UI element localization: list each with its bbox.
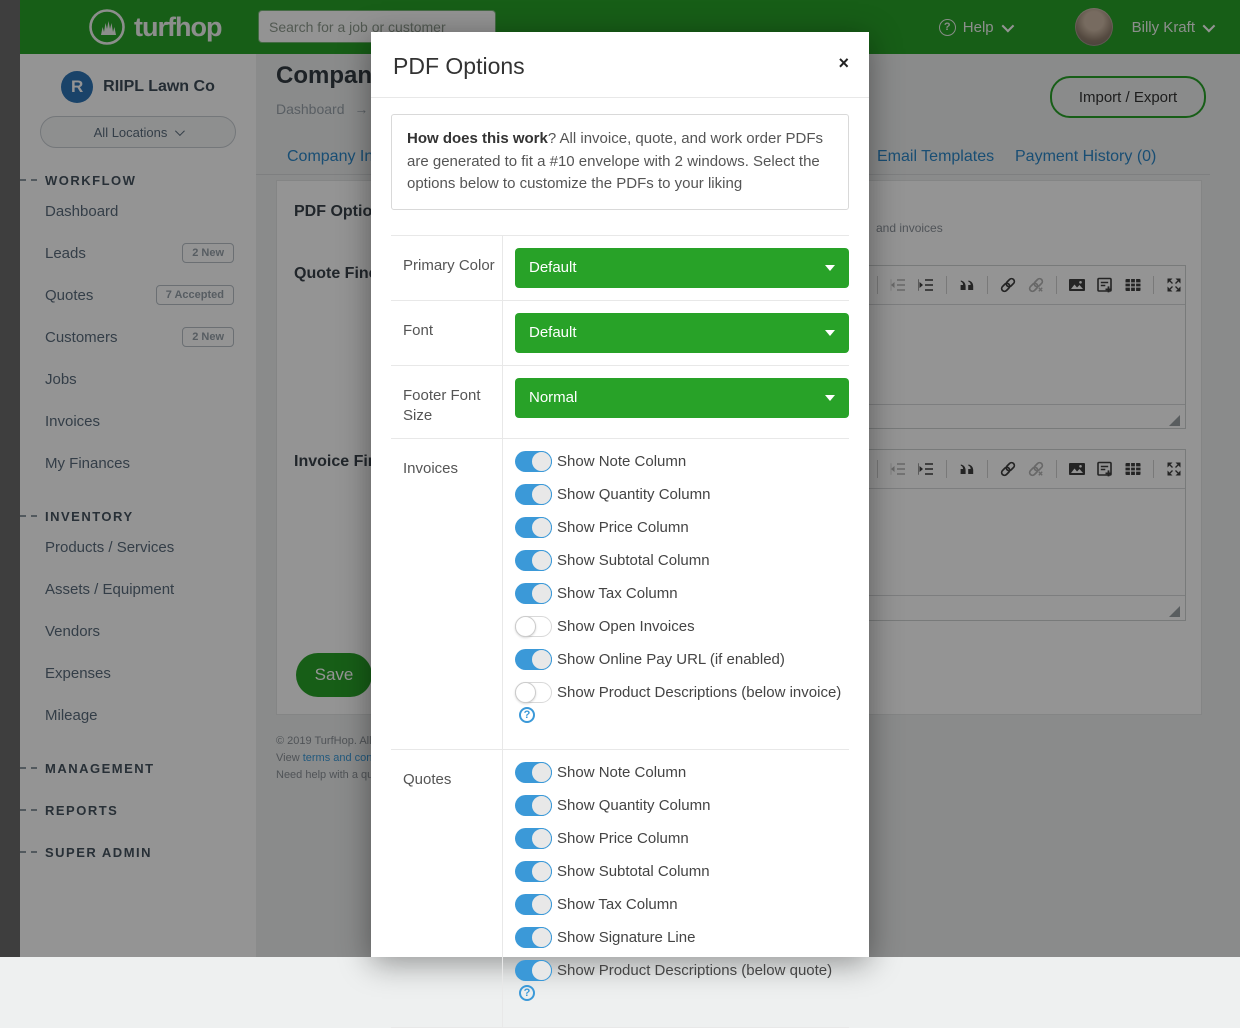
toggle-label: Show Note Column (557, 453, 686, 470)
toggle-row: Show Quantity Column (515, 484, 849, 506)
toggle-label: Show Note Column (557, 764, 686, 781)
option-label: Primary Color (391, 236, 503, 300)
toggle-quotes-show-tax-column[interactable] (515, 894, 552, 915)
close-icon[interactable]: × (838, 54, 849, 72)
toggle-label: Show Subtotal Column (557, 552, 710, 569)
help-circle-icon[interactable]: ? (519, 985, 535, 1001)
toggle-knob (531, 451, 552, 472)
toggle-quotes-show-price-column[interactable] (515, 828, 552, 849)
toggle-row: Show Note Column (515, 451, 849, 473)
toggle-knob (515, 616, 536, 637)
select-value: Default (529, 259, 577, 276)
modal-body: How does this work? All invoice, quote, … (371, 98, 869, 1028)
toggle-invoices-show-price-column[interactable] (515, 517, 552, 538)
toggle-label: Show Product Descriptions (below quote) (557, 962, 832, 979)
toggle-invoices-show-subtotal-column[interactable] (515, 550, 552, 571)
toggle-quotes-show-product-descriptions-below-quote[interactable] (515, 960, 552, 981)
select-font[interactable]: Default (515, 313, 849, 353)
toggle-knob (531, 583, 552, 604)
toggle-knob (531, 484, 552, 505)
options-table: Primary Color Default Font Default Foote… (391, 235, 849, 1028)
toggle-knob (531, 894, 552, 915)
toggle-invoices-show-tax-column[interactable] (515, 583, 552, 604)
toggle-quotes-show-signature-line[interactable] (515, 927, 552, 948)
toggle-row: Show Subtotal Column (515, 861, 849, 883)
toggle-knob (531, 960, 552, 981)
toggle-row: Show Quantity Column (515, 795, 849, 817)
option-row: Quotes Show Note Column Show Quantity Co… (391, 749, 849, 1028)
toggle-invoices-show-quantity-column[interactable] (515, 484, 552, 505)
toggle-label: Show Product Descriptions (below invoice… (557, 684, 841, 701)
toggle-row: Show Open Invoices (515, 616, 849, 638)
toggle-label: Show Quantity Column (557, 797, 710, 814)
toggle-label: Show Price Column (557, 519, 689, 536)
toggle-row: Show Tax Column (515, 583, 849, 605)
toggle-row: Show Price Column (515, 517, 849, 539)
toggle-knob (531, 550, 552, 571)
option-label: Footer Font Size (391, 366, 503, 439)
pdf-options-modal: PDF Options × How does this work? All in… (371, 32, 869, 957)
toggle-quotes-show-note-column[interactable] (515, 762, 552, 783)
toggle-row: Show Tax Column (515, 894, 849, 916)
select-footer-font-size[interactable]: Normal (515, 378, 849, 418)
toggle-invoices-show-online-pay-url-if-enabled[interactable] (515, 649, 552, 670)
toggle-knob (531, 927, 552, 948)
toggle-knob (531, 828, 552, 849)
select-primary-color[interactable]: Default (515, 248, 849, 288)
option-label: Invoices (391, 439, 503, 749)
caret-down-icon (825, 265, 835, 271)
toggle-label: Show Quantity Column (557, 486, 710, 503)
modal-title: PDF Options (393, 53, 525, 79)
toggle-knob (531, 762, 552, 783)
toggle-quotes-show-quantity-column[interactable] (515, 795, 552, 816)
caret-down-icon (825, 395, 835, 401)
select-value: Default (529, 324, 577, 341)
option-label: Font (391, 301, 503, 365)
toggle-row: Show Online Pay URL (if enabled) (515, 649, 849, 671)
toggle-invoices-show-note-column[interactable] (515, 451, 552, 472)
toggle-row: Show Product Descriptions (below quote) … (515, 960, 849, 1004)
option-row: Invoices Show Note Column Show Quantity … (391, 438, 849, 749)
toggle-invoices-show-product-descriptions-below-invoice[interactable] (515, 682, 552, 703)
toggle-invoices-show-open-invoices[interactable] (515, 616, 552, 637)
toggle-label: Show Open Invoices (557, 618, 695, 635)
toggle-knob (531, 795, 552, 816)
toggle-knob (531, 649, 552, 670)
caret-down-icon (825, 330, 835, 336)
toggle-label: Show Online Pay URL (if enabled) (557, 651, 785, 668)
toggle-label: Show Price Column (557, 830, 689, 847)
help-circle-icon[interactable]: ? (519, 707, 535, 723)
toggle-row: Show Price Column (515, 828, 849, 850)
option-label: Quotes (391, 750, 503, 1027)
toggle-knob (531, 861, 552, 882)
modal-header: PDF Options × (371, 32, 869, 98)
option-row: Primary Color Default (391, 235, 849, 300)
toggle-label: Show Tax Column (557, 896, 678, 913)
toggle-label: Show Signature Line (557, 929, 695, 946)
toggle-quotes-show-subtotal-column[interactable] (515, 861, 552, 882)
toggle-label: Show Subtotal Column (557, 863, 710, 880)
select-value: Normal (529, 389, 577, 406)
option-row: Font Default (391, 300, 849, 365)
toggle-row: Show Signature Line (515, 927, 849, 949)
option-row: Footer Font Size Normal (391, 365, 849, 439)
toggle-knob (515, 682, 536, 703)
toggle-label: Show Tax Column (557, 585, 678, 602)
toggle-row: Show Note Column (515, 762, 849, 784)
toggle-knob (531, 517, 552, 538)
modal-intro: How does this work? All invoice, quote, … (391, 114, 849, 210)
toggle-row: Show Subtotal Column (515, 550, 849, 572)
toggle-row: Show Product Descriptions (below invoice… (515, 682, 849, 726)
